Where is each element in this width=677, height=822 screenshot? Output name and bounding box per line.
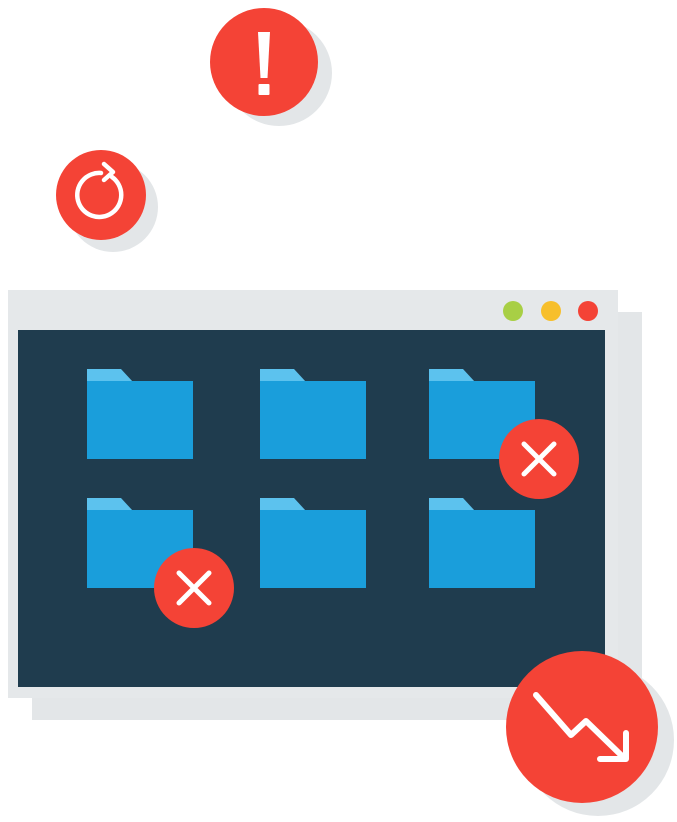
trending-down-icon — [533, 692, 629, 762]
folder-icon[interactable] — [260, 498, 366, 588]
folder-icon[interactable] — [87, 369, 193, 459]
window-dot-red[interactable] — [578, 301, 598, 321]
folder-icon[interactable] — [260, 369, 366, 459]
close-icon — [176, 570, 212, 606]
exclamation-icon — [258, 32, 270, 95]
window-dot-green[interactable] — [503, 301, 523, 321]
folder-error-badge[interactable] — [154, 548, 234, 628]
refresh-badge — [56, 150, 146, 240]
folder-icon[interactable] — [429, 498, 535, 588]
refresh-icon — [75, 161, 124, 220]
folder-error-badge[interactable] — [499, 419, 579, 499]
trend-badge — [506, 651, 658, 803]
alert-badge — [210, 8, 318, 116]
window-dot-yellow[interactable] — [541, 301, 561, 321]
close-icon — [521, 441, 557, 477]
